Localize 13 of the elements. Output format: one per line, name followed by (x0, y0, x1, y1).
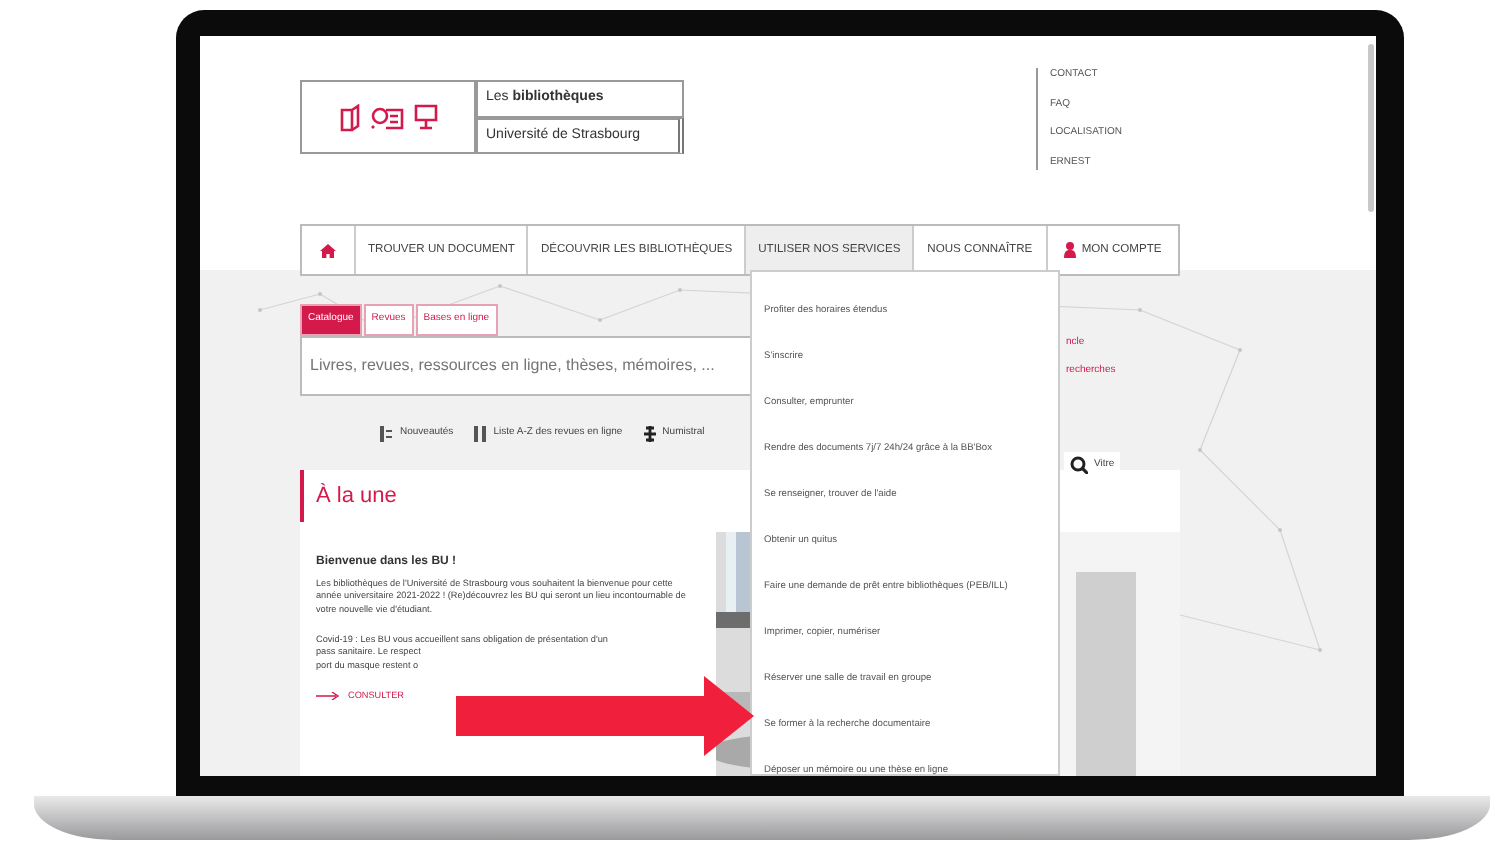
computer-icon (414, 104, 438, 130)
book-icon (338, 103, 362, 131)
section-heading: À la une (300, 469, 409, 522)
search-icon (1070, 456, 1088, 474)
list-icon (380, 425, 394, 441)
search-field[interactable]: Livres, revues, ressources en ligne, thèses, mémoires, ... (300, 335, 752, 395)
arrow-icon (456, 676, 754, 756)
search-document-icon (370, 105, 406, 129)
arrow-icon (316, 691, 340, 700)
user-icon (1063, 242, 1076, 258)
home-icon (320, 243, 336, 257)
list-icon (473, 425, 488, 441)
tower-icon (642, 425, 657, 441)
